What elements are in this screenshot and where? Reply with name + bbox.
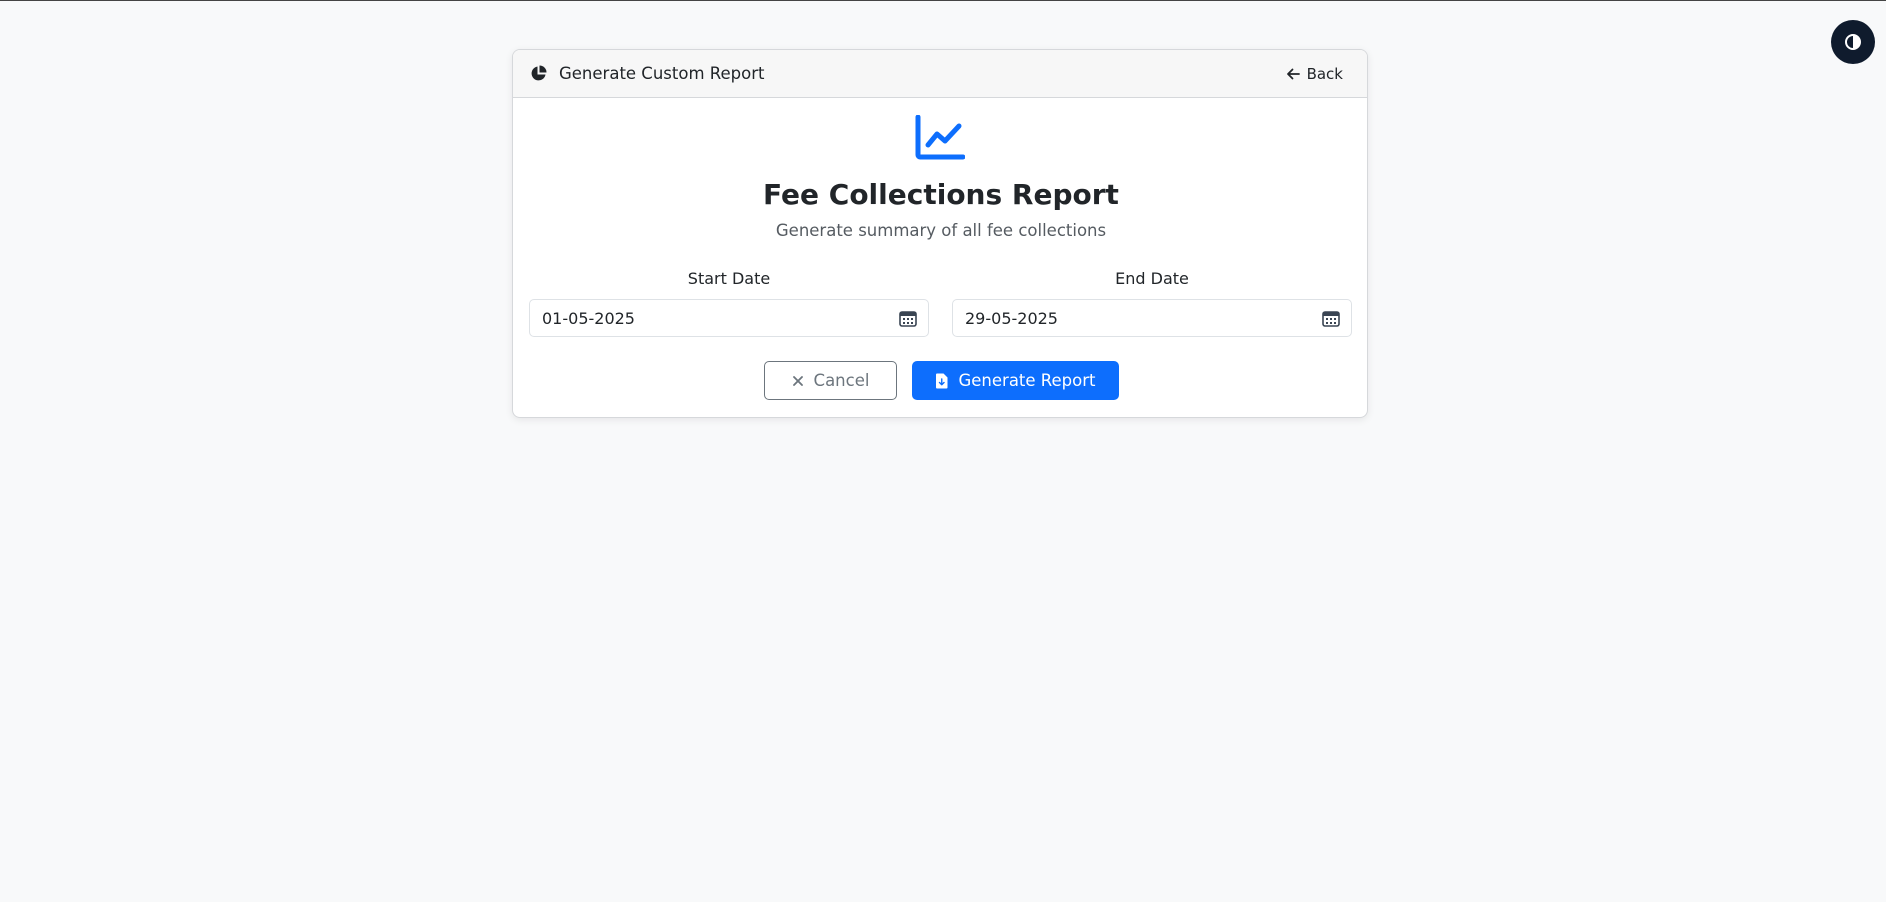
start-date-label: Start Date: [687, 269, 771, 288]
generate-label: Generate Report: [958, 371, 1096, 390]
file-download-icon: [936, 373, 948, 388]
report-card: Generate Custom Report Back Fee Collecti…: [512, 49, 1368, 418]
back-button[interactable]: Back: [1276, 61, 1353, 87]
calendar-icon[interactable]: [899, 309, 917, 327]
end-date-value: 29-05-2025: [965, 308, 1058, 328]
contrast-icon: [1845, 34, 1861, 50]
page-title: Generate Custom Report: [559, 64, 765, 83]
arrow-left-icon: [1286, 68, 1300, 79]
card-header: Generate Custom Report Back: [513, 50, 1367, 98]
generate-report-button[interactable]: Generate Report: [912, 361, 1119, 400]
theme-toggle-button[interactable]: [1831, 20, 1875, 64]
top-divider: [0, 0, 1886, 1]
header-left: Generate Custom Report: [530, 64, 764, 83]
start-date-input[interactable]: 01-05-2025: [529, 299, 929, 337]
card-body: Fee Collections Report Generate summary …: [513, 98, 1367, 417]
cancel-label: Cancel: [813, 371, 870, 390]
calendar-icon[interactable]: [1322, 309, 1340, 327]
report-title: Fee Collections Report: [763, 178, 1119, 211]
start-date-value: 01-05-2025: [542, 308, 635, 328]
end-date-input[interactable]: 29-05-2025: [952, 299, 1352, 337]
end-date-label: End Date: [1115, 269, 1189, 288]
pie-chart-icon: [531, 65, 547, 81]
x-icon: [792, 375, 803, 386]
line-chart-icon: [915, 115, 965, 160]
report-subtitle: Generate summary of all fee collections: [775, 221, 1107, 240]
back-label: Back: [1306, 64, 1343, 83]
cancel-button[interactable]: Cancel: [764, 361, 897, 400]
